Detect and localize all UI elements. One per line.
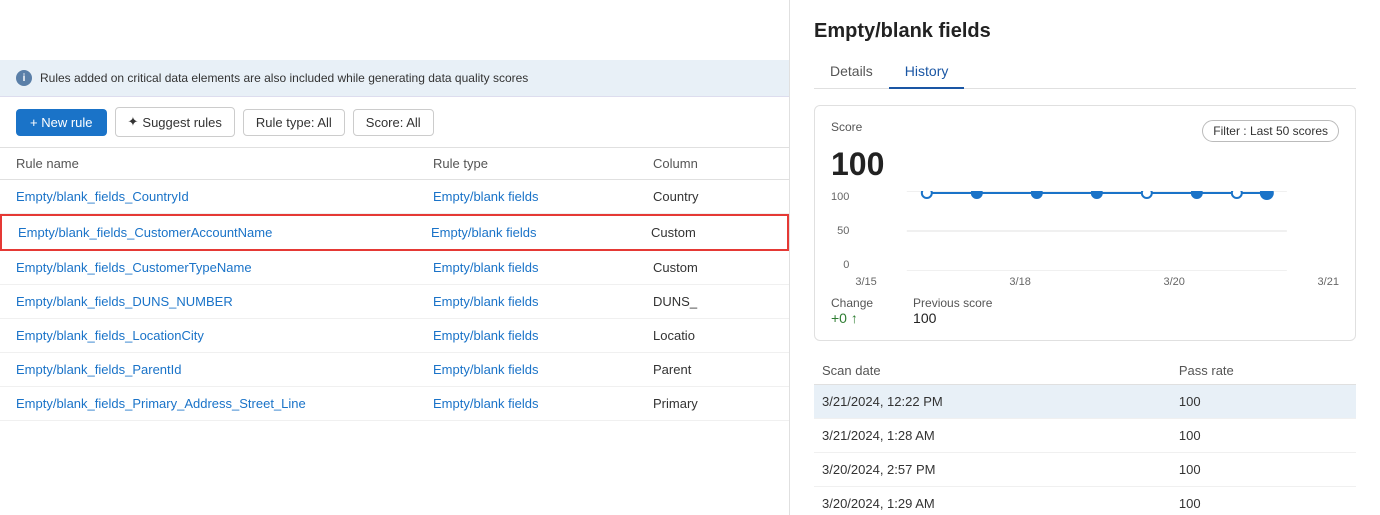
pass-rate-cell: 100 [1171, 385, 1356, 419]
right-panel: Empty/blank fields DetailsHistory Score … [790, 0, 1380, 515]
column-cell: Country [653, 189, 773, 204]
new-rule-button[interactable]: + New rule [16, 109, 107, 136]
rule-name-link[interactable]: Empty/blank_fields_Primary_Address_Stree… [16, 396, 433, 411]
history-row: 3/21/2024, 1:28 AM 100 [814, 419, 1356, 453]
tabs: DetailsHistory [814, 55, 1356, 89]
suggest-rules-button[interactable]: ✦ Suggest rules [115, 107, 235, 137]
scan-date-cell: 3/20/2024, 1:29 AM [814, 487, 1171, 515]
table-row[interactable]: Empty/blank_fields_ParentId Empty/blank … [0, 353, 789, 387]
y-label-100: 100 [831, 191, 849, 203]
prev-score-value: 100 [913, 310, 992, 326]
column-cell: Parent [653, 362, 773, 377]
score-filter-row: Score Filter : Last 50 scores [831, 120, 1339, 142]
info-bar: i Rules added on critical data elements … [0, 60, 789, 97]
scan-date-cell: 3/21/2024, 12:22 PM [814, 385, 1171, 419]
y-label-50: 50 [831, 225, 849, 237]
col-header-name: Rule name [16, 156, 433, 171]
x-label-318: 3/18 [1009, 276, 1030, 288]
chart-svg-container: 3/15 3/18 3/20 3/21 [855, 191, 1339, 288]
column-cell: Custom [651, 225, 771, 240]
x-label-321: 3/21 [1318, 276, 1339, 288]
history-row: 3/21/2024, 12:22 PM 100 [814, 385, 1356, 419]
table-row[interactable]: Empty/blank_fields_Primary_Address_Stree… [0, 387, 789, 421]
prev-score-label: Previous score [913, 296, 992, 310]
column-cell: Custom [653, 260, 773, 275]
x-axis-labels: 3/15 3/18 3/20 3/21 [855, 276, 1339, 288]
column-cell: Primary [653, 396, 773, 411]
scan-date-cell: 3/21/2024, 1:28 AM [814, 419, 1171, 453]
score-value: 100 [831, 146, 1339, 183]
col-header-column: Column [653, 156, 773, 171]
rule-type-cell: Empty/blank fields [433, 396, 653, 411]
change-value: +0 ↑ [831, 310, 873, 326]
info-text: Rules added on critical data elements ar… [40, 71, 528, 85]
column-cell: DUNS_ [653, 294, 773, 309]
rule-type-cell: Empty/blank fields [433, 362, 653, 377]
pass-rate-cell: 100 [1171, 453, 1356, 487]
rule-type-cell: Empty/blank fields [433, 189, 653, 204]
table-row[interactable]: Empty/blank_fields_DUNS_NUMBER Empty/bla… [0, 285, 789, 319]
change-label: Change [831, 296, 873, 310]
rule-name-link[interactable]: Empty/blank_fields_ParentId [16, 362, 433, 377]
table-row[interactable]: Empty/blank_fields_CountryId Empty/blank… [0, 180, 789, 214]
rule-name-link[interactable]: Empty/blank_fields_LocationCity [16, 328, 433, 343]
tab-details[interactable]: Details [814, 55, 889, 89]
rule-type-cell: Empty/blank fields [433, 260, 653, 275]
y-label-0: 0 [831, 259, 849, 271]
rule-type-cell: Empty/blank fields [433, 328, 653, 343]
line-chart [855, 191, 1339, 271]
tab-history[interactable]: History [889, 55, 965, 89]
history-table: Scan date Pass rate 3/21/2024, 12:22 PM … [814, 357, 1356, 515]
pass-rate-cell: 100 [1171, 419, 1356, 453]
table-row[interactable]: Empty/blank_fields_LocationCity Empty/bl… [0, 319, 789, 353]
score-label: Score [831, 120, 862, 134]
scan-date-cell: 3/20/2024, 2:57 PM [814, 453, 1171, 487]
rule-type-cell: Empty/blank fields [433, 294, 653, 309]
x-label-315: 3/15 [855, 276, 876, 288]
sparkle-icon: ✦ [128, 114, 139, 130]
scan-date-header: Scan date [814, 357, 1171, 385]
pass-rate-header: Pass rate [1171, 357, 1356, 385]
table-row[interactable]: Empty/blank_fields_CustomerTypeName Empt… [0, 251, 789, 285]
chart-area: 100 50 0 [831, 191, 1339, 288]
stats-row: Change +0 ↑ Previous score 100 [831, 296, 1339, 326]
filter-button[interactable]: Filter : Last 50 scores [1202, 120, 1339, 142]
col-header-type: Rule type [433, 156, 653, 171]
rule-name-link[interactable]: Empty/blank_fields_DUNS_NUMBER [16, 294, 433, 309]
x-label-320: 3/20 [1163, 276, 1184, 288]
table-row[interactable]: Empty/blank_fields_CustomerAccountName E… [0, 214, 789, 251]
suggest-label: Suggest rules [142, 115, 222, 130]
history-row: 3/20/2024, 2:57 PM 100 [814, 453, 1356, 487]
table-body: Empty/blank_fields_CountryId Empty/blank… [0, 180, 789, 515]
change-section: Change +0 ↑ [831, 296, 873, 326]
rule-name-link[interactable]: Empty/blank_fields_CustomerTypeName [16, 260, 433, 275]
rule-type-cell: Empty/blank fields [431, 225, 651, 240]
rule-name-link[interactable]: Empty/blank_fields_CustomerAccountName [18, 225, 431, 240]
chart-container: Score Filter : Last 50 scores 100 100 50… [814, 105, 1356, 341]
rule-type-filter[interactable]: Rule type: All [243, 109, 345, 136]
score-filter[interactable]: Score: All [353, 109, 434, 136]
left-panel: i Rules added on critical data elements … [0, 0, 790, 515]
panel-title: Empty/blank fields [814, 20, 1356, 43]
column-cell: Locatio [653, 328, 773, 343]
history-row: 3/20/2024, 1:29 AM 100 [814, 487, 1356, 515]
pass-rate-cell: 100 [1171, 487, 1356, 515]
rule-name-link[interactable]: Empty/blank_fields_CountryId [16, 189, 433, 204]
info-icon: i [16, 70, 32, 86]
toolbar: + New rule ✦ Suggest rules Rule type: Al… [0, 97, 789, 148]
prev-score-section: Previous score 100 [913, 296, 992, 326]
table-header: Rule name Rule type Column [0, 148, 789, 180]
